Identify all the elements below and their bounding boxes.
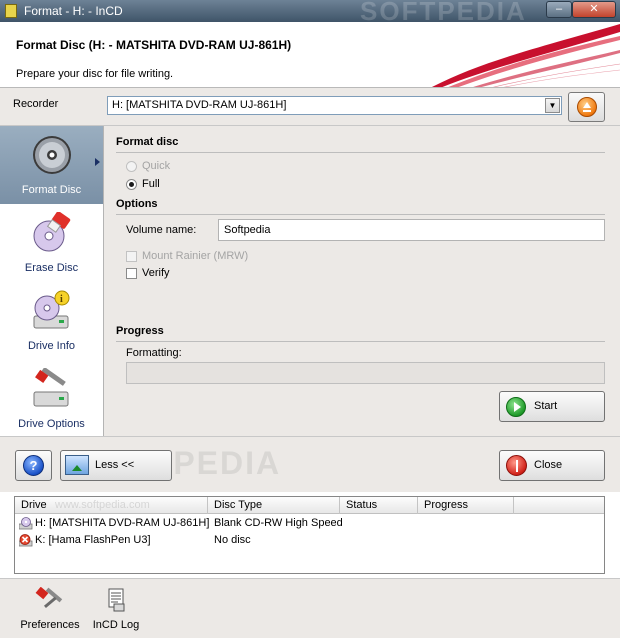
help-button[interactable]: ? bbox=[15, 450, 52, 481]
recorder-selected-value: H: [MATSHITA DVD-RAM UJ-861H] bbox=[112, 99, 287, 111]
error-x-icon bbox=[19, 534, 33, 547]
volume-name-input[interactable] bbox=[218, 219, 605, 241]
table-row[interactable]: H: [MATSHITA DVD-RAM UJ-861H] Blank CD-R… bbox=[15, 515, 604, 532]
column-header-disc-type[interactable]: Disc Type bbox=[208, 497, 340, 514]
tools-icon bbox=[35, 587, 63, 609]
drive-info-icon: i bbox=[33, 290, 70, 329]
column-header-status[interactable]: Status bbox=[340, 497, 418, 514]
sidebar-item-drive-info[interactable]: i Drive Info bbox=[0, 282, 103, 360]
eraser-disc-icon bbox=[33, 212, 71, 252]
sidebar-item-label: Drive Info bbox=[27, 340, 76, 352]
page-title: Format Disc (H: - MATSHITA DVD-RAM UJ-86… bbox=[16, 38, 292, 52]
svg-text:i: i bbox=[60, 294, 63, 305]
formatting-label: Formatting: bbox=[126, 347, 182, 359]
full-radio-label: Full bbox=[142, 178, 160, 190]
sidebar-item-label: Drive Options bbox=[18, 418, 85, 430]
table-row[interactable]: K: [Hama FlashPen U3] No disc bbox=[15, 532, 604, 549]
section-divider bbox=[116, 341, 605, 342]
eject-icon bbox=[577, 97, 597, 117]
minimize-button[interactable]: – bbox=[546, 1, 572, 18]
start-button[interactable]: Start bbox=[499, 391, 605, 422]
recorder-label: Recorder bbox=[13, 98, 59, 110]
verify-label: Verify bbox=[142, 267, 170, 279]
column-header-progress[interactable]: Progress bbox=[418, 497, 514, 514]
start-button-label: Start bbox=[534, 400, 558, 412]
title-bar: Format - H: - InCD SOFTPEDIA – ✕ bbox=[0, 0, 620, 26]
preferences-label: Preferences bbox=[20, 619, 80, 631]
section-format-disc-title: Format disc bbox=[116, 136, 179, 148]
verify-checkbox[interactable] bbox=[126, 268, 137, 279]
sidebar-item-erase-disc[interactable]: Erase Disc bbox=[0, 204, 103, 282]
preferences-button[interactable]: Preferences bbox=[16, 583, 84, 635]
section-divider bbox=[116, 214, 605, 215]
drive-options-icon bbox=[33, 368, 69, 407]
recorder-select[interactable]: H: [MATSHITA DVD-RAM UJ-861H] ▼ bbox=[107, 96, 562, 115]
app-icon bbox=[5, 4, 17, 18]
power-icon bbox=[506, 455, 527, 476]
sidebar: Format Disc Erase Disc i Drive Info Driv… bbox=[0, 126, 104, 436]
header: Format Disc (H: - MATSHITA DVD-RAM UJ-86… bbox=[0, 22, 620, 88]
close-window-button[interactable]: ✕ bbox=[572, 1, 616, 18]
window-title: Format - H: - InCD bbox=[24, 4, 123, 18]
incd-log-button[interactable]: InCD Log bbox=[86, 583, 146, 635]
full-radio[interactable] bbox=[126, 179, 137, 190]
recorder-bar: Recorder H: [MATSHITA DVD-RAM UJ-861H] ▼ bbox=[0, 88, 620, 126]
chevron-right-icon bbox=[95, 158, 100, 166]
drive-name: K: [Hama FlashPen U3] bbox=[35, 534, 151, 546]
disc-icon bbox=[33, 136, 71, 174]
brand-wave-graphic bbox=[431, 24, 620, 87]
close-button[interactable]: Close bbox=[499, 450, 605, 481]
mount-rainier-checkbox[interactable] bbox=[126, 251, 137, 262]
quick-radio-label: Quick bbox=[142, 160, 171, 172]
section-progress-title: Progress bbox=[116, 325, 164, 337]
close-button-label: Close bbox=[534, 459, 563, 471]
less-button[interactable]: Less << bbox=[60, 450, 172, 481]
sidebar-item-label: Erase Disc bbox=[24, 262, 79, 274]
drive-name: H: [MATSHITA DVD-RAM UJ-861H] bbox=[35, 517, 210, 529]
log-document-icon bbox=[108, 588, 125, 612]
main-panel: Format disc Quick Full Options Volume na… bbox=[104, 126, 620, 436]
drive-list[interactable]: Drive Disc Type Status Progress www.soft… bbox=[14, 496, 605, 574]
incd-log-label: InCD Log bbox=[92, 619, 140, 631]
page-subtitle: Prepare your disc for file writing. bbox=[16, 68, 174, 80]
quick-radio[interactable] bbox=[126, 161, 137, 172]
watermark: www.softpedia.com bbox=[55, 499, 150, 511]
eject-button[interactable] bbox=[568, 92, 605, 122]
cd-drive-icon bbox=[19, 517, 33, 530]
collapse-icon bbox=[65, 455, 89, 475]
sidebar-item-label: Format Disc bbox=[21, 184, 82, 196]
play-icon bbox=[506, 397, 526, 417]
section-options-title: Options bbox=[116, 198, 158, 210]
sidebar-item-drive-options[interactable]: Drive Options bbox=[0, 360, 103, 438]
less-button-label: Less << bbox=[95, 459, 135, 471]
sidebar-item-format-disc[interactable]: Format Disc bbox=[0, 126, 103, 204]
help-icon: ? bbox=[23, 455, 44, 476]
chevron-down-icon[interactable]: ▼ bbox=[545, 98, 560, 113]
section-divider bbox=[116, 152, 605, 153]
volume-name-label: Volume name: bbox=[126, 224, 197, 236]
format-progress-bar bbox=[126, 362, 605, 384]
button-bar: SOFTPEDIA ? Less << Close bbox=[0, 436, 620, 492]
mount-rainier-label: Mount Rainier (MRW) bbox=[142, 250, 249, 262]
disc-type: Blank CD-RW High Speed bbox=[214, 517, 343, 529]
footer-toolbar: Preferences InCD Log bbox=[0, 578, 620, 638]
disc-type: No disc bbox=[214, 534, 251, 546]
